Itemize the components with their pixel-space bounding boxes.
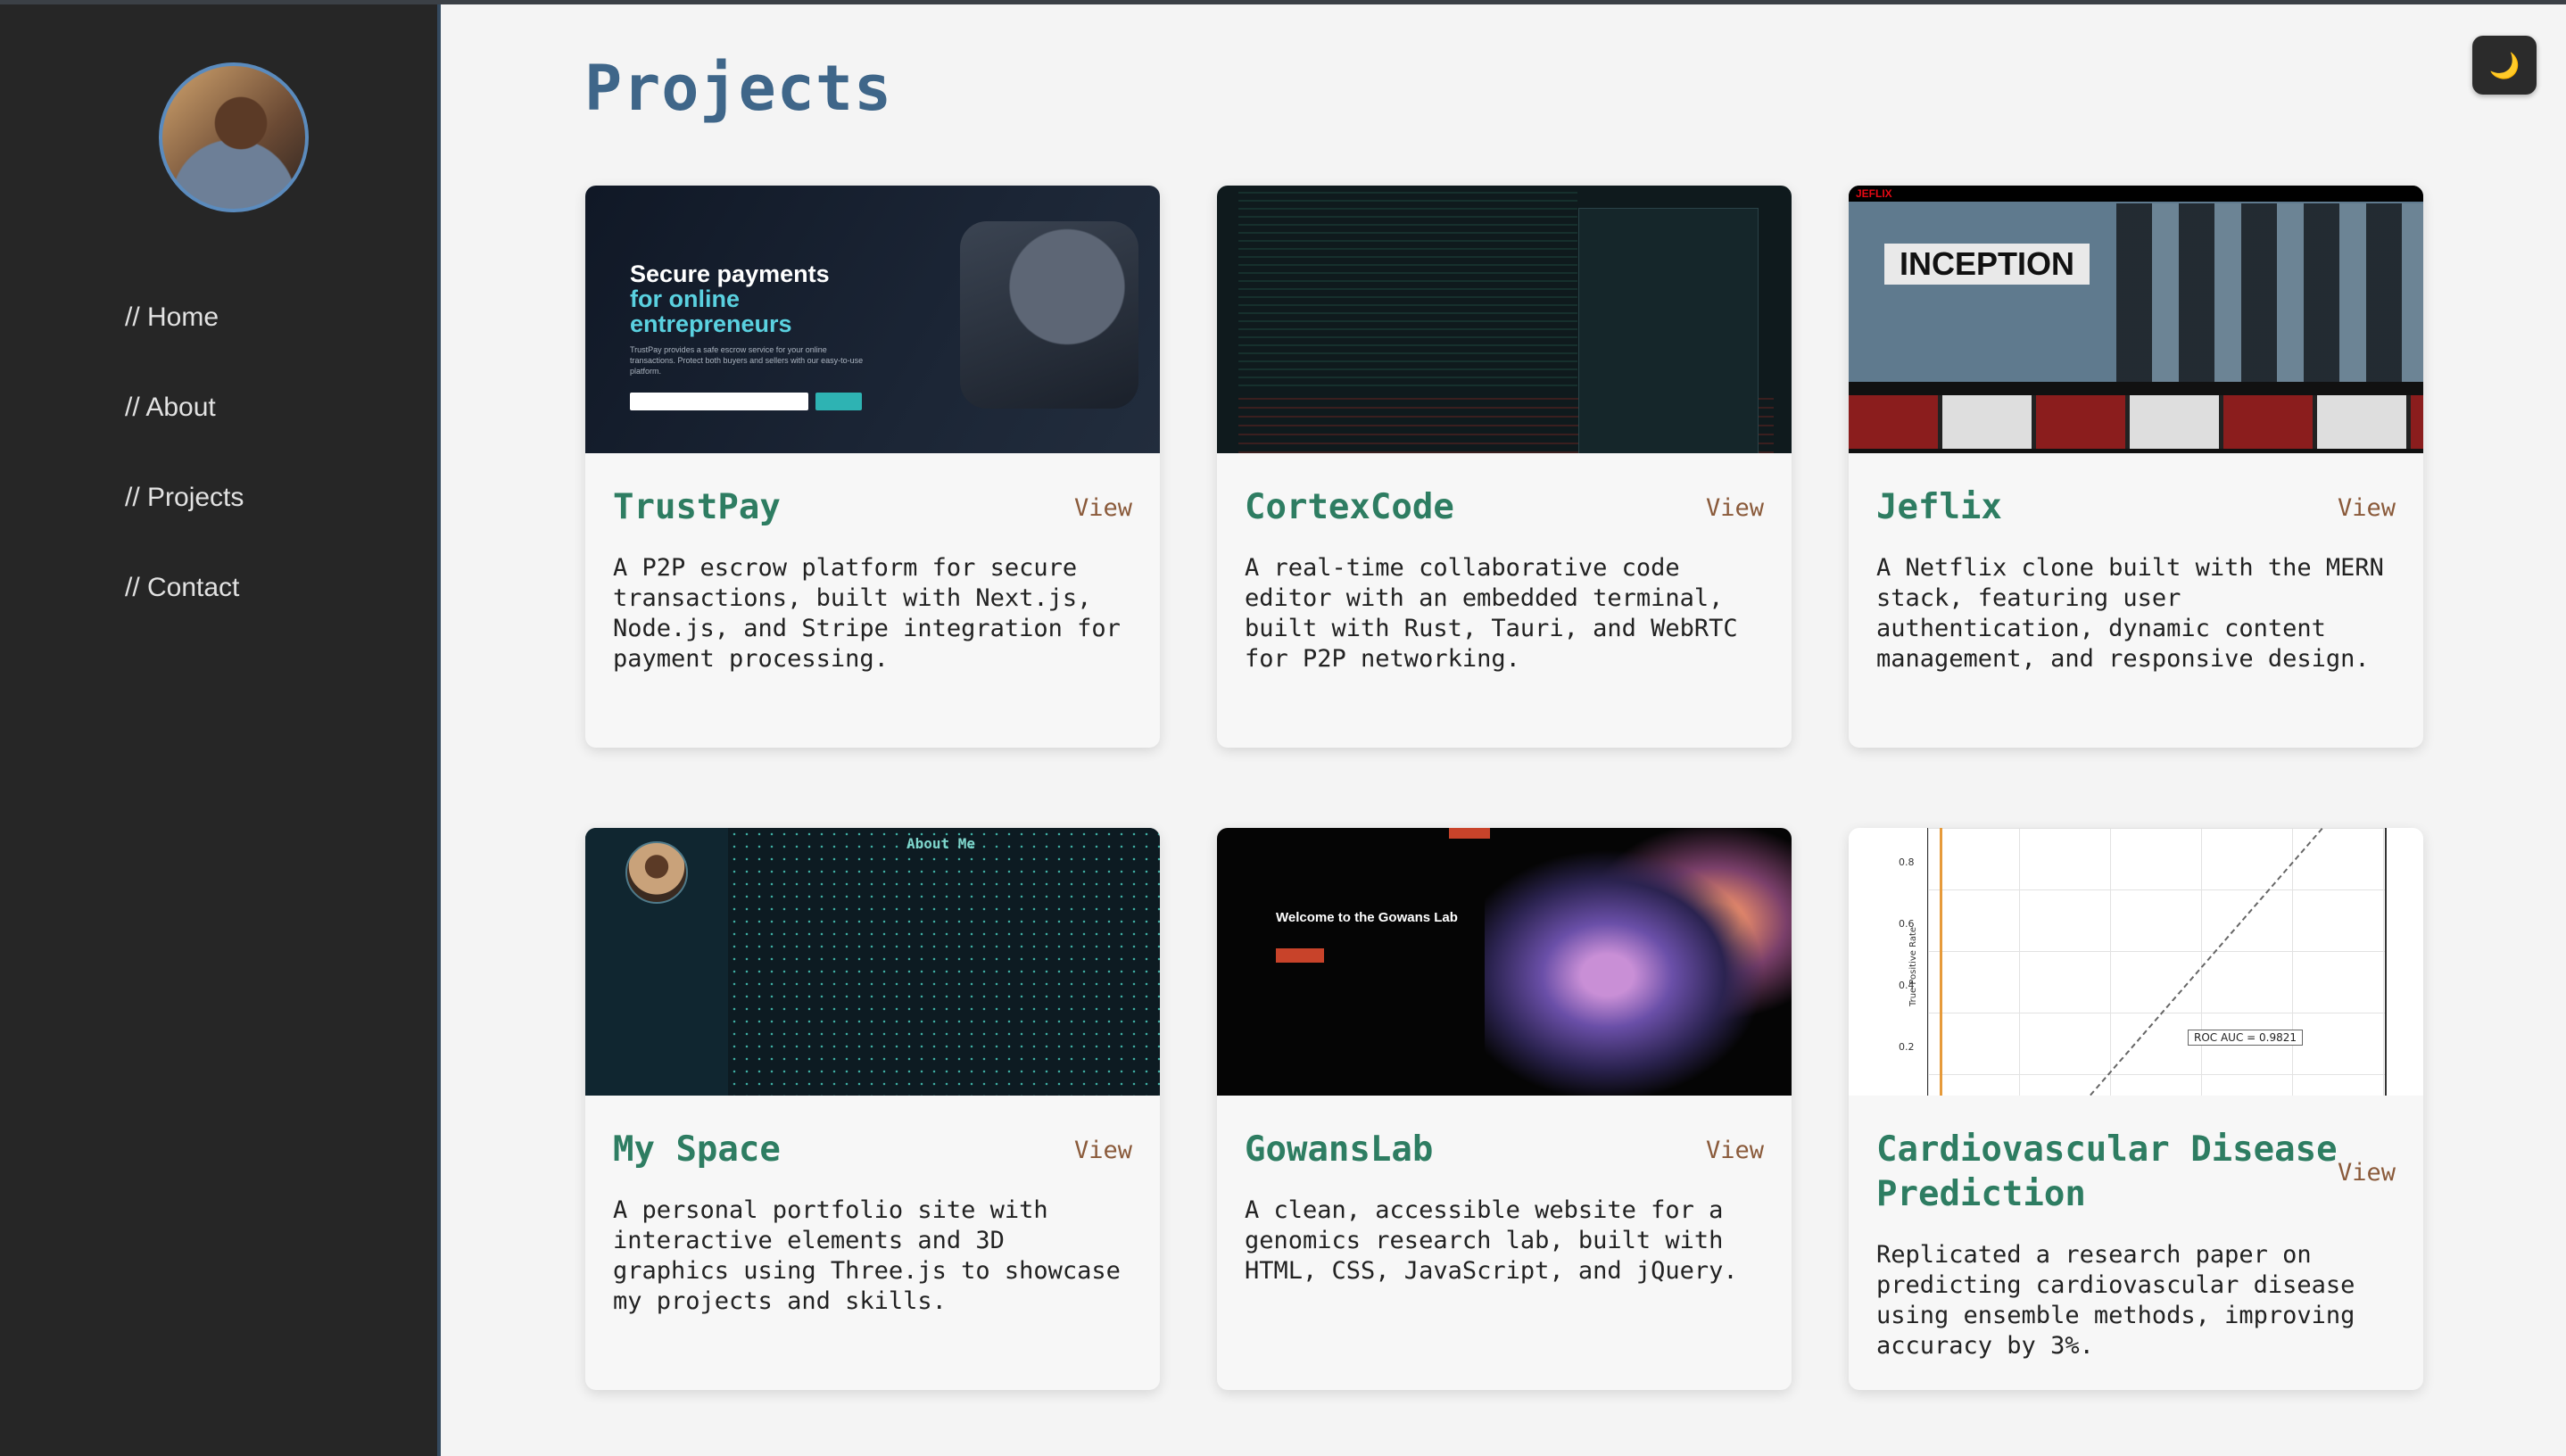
cloud-illustration [960,221,1138,409]
hero-image [2116,203,2423,382]
thumb-accent-bar [1449,828,1490,839]
project-description: A Netflix clone built with the MERN stac… [1876,554,2384,673]
project-thumbnail: True Positive Rate 0.8 0.6 0.4 0.2 ROC A… [1849,828,2423,1096]
thumb-heading: Welcome to the Gowans Lab [1276,910,1458,925]
project-card-my-space: About Me My Space View A personal portfo… [585,828,1160,1390]
project-card-jeflix: JEFLIX INCEPTION Jeflix View A Netflix c… [1849,186,2423,748]
project-card-cortexcode: CortexCode View A real-time collaborativ… [1217,186,1792,748]
thumb-headline: Secure payments for online entrepreneurs [630,261,830,337]
roc-tick: 0.8 [1899,856,1915,868]
project-description: A P2P escrow platform for secure transac… [613,554,1121,673]
roc-ylabel: True Positive Rate [1908,926,1919,1007]
project-description: A personal portfolio site with interacti… [613,1196,1121,1315]
project-title: My Space [613,1129,781,1170]
page-title: Projects [584,52,893,125]
thumb-email-input [630,393,808,410]
roc-auc-label: ROC AUC = 0.9821 [2188,1030,2304,1046]
roc-tick: 0.2 [1899,1041,1915,1053]
sidebar: // Home // About // Projects // Contact [0,4,441,1456]
project-description: Replicated a research paper on predictin… [1876,1241,2355,1360]
view-link[interactable]: View [1706,1137,1764,1164]
view-link[interactable]: View [1074,1137,1132,1164]
project-title: GowansLab [1245,1129,1434,1170]
avatar [159,62,309,212]
project-title: CortexCode [1245,487,1454,527]
thumb-button [1276,948,1324,963]
moon-icon: 🌙 [2488,50,2520,80]
project-thumbnail: JEFLIX INCEPTION [1849,186,2423,453]
project-description: A clean, accessible website for a genomi… [1245,1196,1738,1285]
thumb-navbar [1849,186,2423,202]
thumb-avatar [625,841,688,904]
roc-tick: 0.6 [1899,918,1915,930]
thumb-logo: JEFLIX [1856,187,1892,200]
nav-projects-link[interactable]: // Projects [125,475,244,565]
view-link[interactable]: View [2338,1159,2396,1187]
project-thumbnail [1217,186,1792,453]
roc-tick: 0.4 [1899,980,1915,991]
poster-row [1849,395,2423,449]
project-description: A real-time collaborative code editor wi… [1245,554,1738,673]
thumb-heading: About Me [906,835,976,852]
theme-toggle-button[interactable]: 🌙 [2472,36,2537,95]
dna-helix-image [1485,828,1792,1096]
project-thumbnail: Secure payments for online entrepreneurs… [585,186,1160,453]
project-card-gowanslab: Welcome to the Gowans Lab GowansLab View… [1217,828,1792,1390]
movie-title: INCEPTION [1884,244,2090,285]
project-card-cardiovascular: True Positive Rate 0.8 0.6 0.4 0.2 ROC A… [1849,828,2423,1390]
thumb-subtext: TrustPay provides a safe escrow service … [630,345,864,376]
nav-about-link[interactable]: // About [125,385,244,475]
nav-contact-link[interactable]: // Contact [125,565,244,655]
project-title: Jeflix [1876,487,2002,527]
roc-plot-area [1927,828,2387,1096]
particle-background [728,828,1160,1096]
view-link[interactable]: View [1706,494,1764,522]
roc-curve [1940,828,1948,1096]
project-title: TrustPay [613,487,781,527]
view-link[interactable]: View [2338,494,2396,522]
thumb-button [815,393,862,410]
project-card-trustpay: Secure payments for online entrepreneurs… [585,186,1160,748]
project-title: Cardiovascular Disease Prediction [1876,1129,2338,1214]
nav-home-link[interactable]: // Home [125,294,244,385]
project-thumbnail: Welcome to the Gowans Lab [1217,828,1792,1096]
view-link[interactable]: View [1074,494,1132,522]
sidebar-nav: // Home // About // Projects // Contact [125,294,244,655]
project-thumbnail: About Me [585,828,1160,1096]
chat-panel-screenshot [1578,208,1759,453]
